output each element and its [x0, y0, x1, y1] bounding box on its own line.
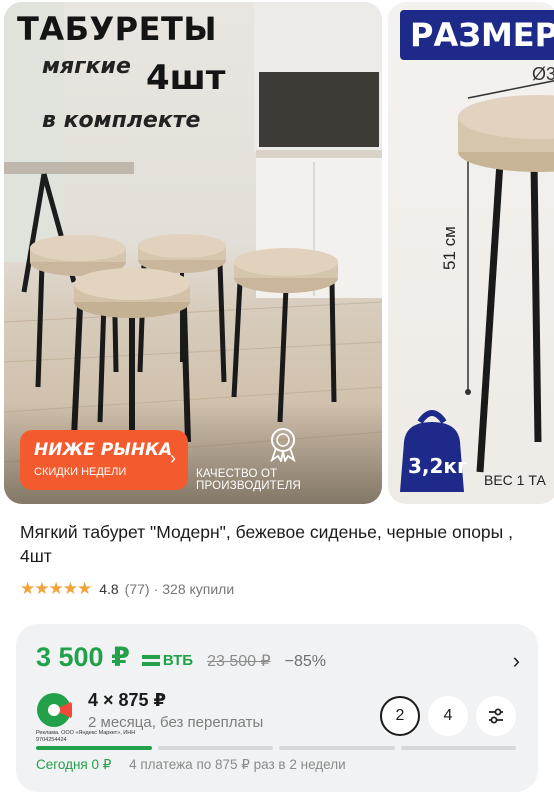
ads-disclaimer: Реклама. ООО «Яндекс Маркет», ИНН 970425… — [36, 730, 136, 743]
quality-seal-icon — [270, 428, 296, 462]
old-price: 23 500 ₽ — [207, 653, 271, 670]
rating-row[interactable]: ★★★★★ 4.8 (77) · 328 купили — [20, 579, 235, 598]
installment-terms: 2 месяца, без переплаты — [88, 714, 264, 731]
payments-progress — [36, 746, 516, 750]
chevron-right-icon[interactable]: › — [513, 648, 520, 674]
weight-caption: ВЕС 1 ТА — [484, 472, 546, 488]
diameter-label: Ø3 — [532, 64, 554, 84]
product-photo-main[interactable]: ТАБУРЕТЫ мягкие 4шт в комплекте НИЖЕ РЫН… — [4, 2, 382, 504]
product-photo-size[interactable]: РАЗМЕР Ø3 51 см 3,2кг ВЕС 1 ТА — [388, 2, 554, 504]
below-market-badge[interactable]: НИЖЕ РЫНКА СКИДКИ НЕДЕЛИ › — [20, 430, 188, 490]
product-title: Мягкий табурет "Модерн", бежевое сиденье… — [20, 522, 513, 566]
below-market-title: НИЖЕ РЫНКА — [34, 440, 173, 460]
reviews-count[interactable]: (77) — [125, 581, 150, 597]
product-image-carousel[interactable]: ТАБУРЕТЫ мягкие 4шт в комплекте НИЖЕ РЫН… — [0, 0, 554, 506]
discount-percent: −85% — [284, 653, 327, 670]
payment-schedule: Сегодня 0 ₽ 4 платежа по 875 ₽ раз в 2 н… — [36, 757, 346, 773]
payment-segment — [400, 746, 516, 750]
height-label: 51 см — [440, 226, 459, 270]
installment-amount: 4 × 875 ₽ — [88, 690, 167, 710]
payment-segment — [279, 746, 395, 750]
price-row: 3 500 ₽ ВТБ 23 500 ₽ −85% — [36, 642, 326, 673]
term-option-4[interactable]: 4 — [428, 696, 468, 736]
size-banner: РАЗМЕР — [400, 10, 554, 60]
quality-label: КАЧЕСТВО ОТ ПРОИЗВОДИТЕЛЯ — [196, 468, 302, 492]
today-payment: Сегодня 0 ₽ — [36, 757, 112, 772]
promo-subtitle-set: в комплекте — [42, 108, 201, 133]
bank-price-badge: ВТБ — [141, 652, 194, 669]
rating-separator: · — [153, 581, 159, 597]
price-card[interactable]: 3 500 ₽ ВТБ 23 500 ₽ −85% › Реклама. ООО… — [16, 624, 538, 792]
rating-value: 4.8 — [99, 581, 119, 597]
payment-segment — [36, 746, 152, 750]
vtb-logo-icon — [141, 655, 160, 666]
below-market-subtitle: СКИДКИ НЕДЕЛИ — [34, 466, 127, 478]
schedule-text: 4 платежа по 875 ₽ раз в 2 недели — [129, 757, 346, 772]
split-logo-icon — [37, 693, 72, 727]
sliders-icon — [489, 708, 503, 724]
promo-subtitle-soft: мягкие — [42, 54, 131, 79]
rating-stars-icon: ★★★★★ — [20, 579, 92, 598]
promo-subtitle-count: 4шт — [146, 58, 226, 98]
purchases-count: 328 купили — [162, 581, 235, 597]
payment-segment — [157, 746, 273, 750]
current-price: 3 500 ₽ — [36, 642, 130, 672]
weight-value: 3,2кг — [408, 454, 468, 478]
bank-label: ВТБ — [162, 652, 194, 669]
size-diagram-illustration — [400, 80, 554, 492]
term-option-2[interactable]: 2 — [380, 696, 420, 736]
settings-filter-button[interactable] — [476, 696, 516, 736]
chevron-right-icon: › — [170, 448, 176, 468]
promo-title: ТАБУРЕТЫ — [17, 10, 217, 48]
